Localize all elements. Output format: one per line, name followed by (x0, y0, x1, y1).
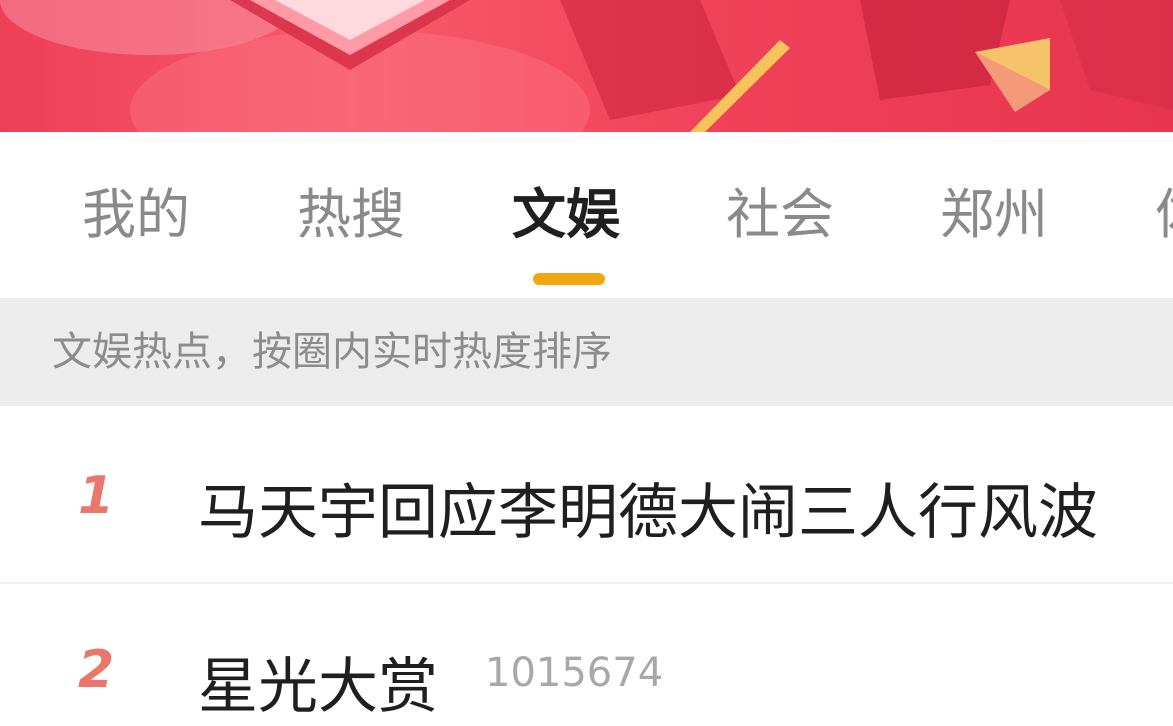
hint-text: 文娱热点，按圈内实时热度排序 (52, 329, 612, 375)
rank-number: 1 (78, 466, 115, 526)
tab-zhengzhou[interactable]: 郑州 (940, 180, 1048, 250)
category-tabs: 我的 热搜 文娱 社会 郑州 体 (0, 132, 1173, 298)
list-item[interactable]: 2 星光大赏 1015674 (0, 584, 1173, 726)
hint-bar: 文娱热点，按圈内实时热度排序 (0, 298, 1173, 406)
hot-search-page: 我的 热搜 文娱 社会 郑州 体 文娱热点，按圈内实时热度排序 1 马天宇回应李… (0, 0, 1173, 726)
item-title[interactable]: 马天宇回应李明德大闹三人行风波 (198, 464, 1098, 551)
tab-society[interactable]: 社会 (726, 180, 834, 250)
list-item[interactable]: 1 马天宇回应李明德大闹三人行风波 (0, 406, 1173, 582)
rank-number: 2 (78, 640, 115, 700)
tab-mine[interactable]: 我的 (82, 180, 190, 250)
active-tab-indicator (533, 273, 605, 285)
tab-hot-search[interactable]: 热搜 (297, 180, 405, 250)
top-banner (0, 0, 1173, 132)
item-title[interactable]: 星光大赏 (198, 638, 438, 725)
banner-decoration (0, 0, 1173, 132)
tab-sports[interactable]: 体 (1155, 180, 1173, 250)
tab-entertainment[interactable]: 文娱 (512, 180, 620, 250)
heat-count: 1015674 (485, 650, 664, 696)
